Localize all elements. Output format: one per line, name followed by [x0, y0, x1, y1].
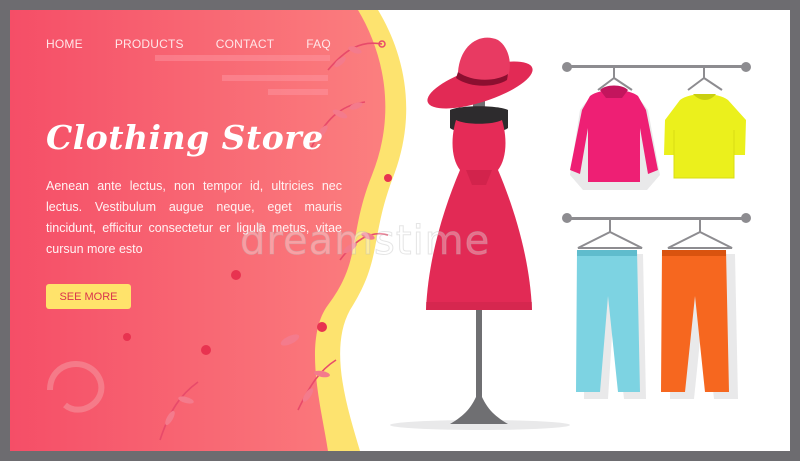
- nav-contact-link[interactable]: CONTACT: [216, 37, 275, 51]
- nav-faq-link[interactable]: FAQ: [306, 37, 331, 51]
- dress: [426, 120, 532, 310]
- hero-title: Clothing Store: [46, 118, 324, 157]
- nav-products-link[interactable]: PRODUCTS: [115, 37, 184, 51]
- jeans: [576, 250, 646, 399]
- t-shirt: [664, 94, 746, 179]
- nav-home-link[interactable]: HOME: [46, 37, 83, 51]
- mannequin-stand: [450, 310, 508, 424]
- bottom-rack: [562, 213, 751, 249]
- see-more-button[interactable]: SEE MORE: [46, 284, 131, 309]
- top-rack: [562, 62, 751, 91]
- orange-pants: [661, 250, 738, 399]
- watermark: dreamstime: [239, 218, 491, 265]
- top-nav: HOME PRODUCTS CONTACT FAQ: [46, 37, 363, 51]
- landing-page: HOME PRODUCTS CONTACT FAQ Clothing Store…: [10, 10, 790, 451]
- sweater: [570, 85, 660, 190]
